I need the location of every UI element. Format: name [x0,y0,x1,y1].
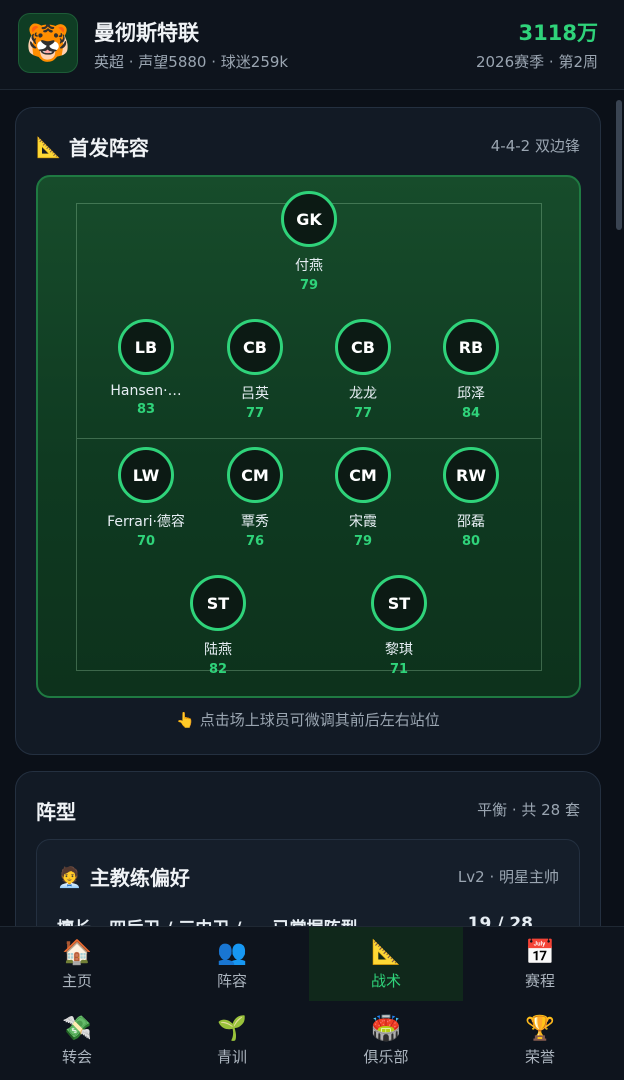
position-badge: CM [335,447,391,503]
formation-header: 阵型 平衡 · 共 28 套 [36,796,580,824]
club-balance: 3118万 [518,21,598,45]
player-name: 黎琪 [385,642,413,658]
nav-label: 荣誉 [524,1047,555,1066]
nav-squad[interactable]: 👥 阵容 [155,927,309,1001]
formation-label: 4-4-2 双边锋 [490,137,580,155]
lineup-title-text: 首发阵容 [68,136,149,160]
lineup-card: 📐 首发阵容 4-4-2 双边锋 GK 付燕 79 LB Hansen·… 83… [15,107,601,755]
player-name: 宋霞 [349,514,377,530]
lineup-header: 📐 首发阵容 4-4-2 双边锋 [36,132,580,161]
nav-label: 青训 [216,1047,247,1066]
coach-icon: 🧑‍💼 [57,864,82,889]
player-rw[interactable]: RW 邵磊 80 [416,447,526,549]
player-gk[interactable]: GK 付燕 79 [254,191,364,293]
player-name: 龙龙 [349,386,377,402]
nav-label: 主页 [61,971,92,990]
position-badge: RB [443,319,499,375]
player-rating: 76 [245,534,265,549]
nav-transfer[interactable]: 💸 转会 [0,1003,154,1077]
player-rating: 77 [245,406,265,421]
nav-home[interactable]: 🏠 主页 [0,927,154,1001]
player-rating: 80 [461,534,481,549]
pitch-hint-text: 👆 点击场上球员可微调其前后左右站位 [176,711,440,729]
player-rating: 83 [136,402,156,417]
player-name: 邵磊 [457,514,485,530]
player-rating: 82 [208,662,228,677]
position-badge: ST [190,575,246,631]
nav-tactics[interactable]: 📐 战术 [309,927,463,1001]
home-icon: 🏠 [62,937,92,966]
club-name: 曼彻斯特联 [94,21,199,45]
player-lw[interactable]: LW Ferrari·德容 70 [91,447,201,549]
trophy-icon: 🏆 [525,1013,555,1042]
coach-level: Lv2 · 明星主帅 [457,868,559,886]
nav-label: 俱乐部 [363,1047,409,1066]
player-rating: 71 [389,662,409,677]
top-header: 🐯 曼彻斯特联 英超 · 声望5880 · 球迷259k 3118万 2026赛… [0,0,624,90]
lineup-title: 📐 首发阵容 [36,132,149,161]
player-name: Ferrari·德容 [107,514,185,530]
player-rating: 79 [299,278,319,293]
ruler-icon: 📐 [36,134,61,159]
coach-title-text: 主教练偏好 [89,866,190,890]
formation-summary: 平衡 · 共 28 套 [477,801,580,819]
coach-title: 🧑‍💼 主教练偏好 [57,862,190,891]
player-name: 覃秀 [241,514,269,530]
nav-schedule[interactable]: 📅 赛程 [463,927,617,1001]
player-rating: 70 [136,534,156,549]
pitch: GK 付燕 79 LB Hansen·… 83 CB 吕英 77 CB 龙龙 7… [36,175,581,698]
player-rating: 77 [353,406,373,421]
nav-label: 转会 [61,1047,92,1066]
calendar-icon: 📅 [525,937,555,966]
player-name: 邱泽 [457,386,485,402]
nav-club[interactable]: 🏟️ 俱乐部 [309,1003,463,1077]
seedling-icon: 🌱 [217,1013,247,1042]
player-rating: 84 [461,406,481,421]
player-lb[interactable]: LB Hansen·… 83 [91,319,201,417]
position-badge: GK [281,191,337,247]
people-icon: 👥 [217,937,247,966]
player-name: 吕英 [241,386,269,402]
nav-youth[interactable]: 🌱 青训 [155,1003,309,1077]
position-badge: LB [118,319,174,375]
player-name: 付燕 [295,258,323,274]
nav-honors[interactable]: 🏆 荣誉 [463,1003,617,1077]
position-badge: CB [227,319,283,375]
page-scrollbar[interactable] [616,100,622,230]
position-badge: CB [335,319,391,375]
position-badge: RW [443,447,499,503]
nav-label: 赛程 [524,971,555,990]
player-st-right[interactable]: ST 黎琪 71 [344,575,454,677]
player-st-left[interactable]: ST 陆燕 82 [163,575,273,677]
club-meta: 英超 · 声望5880 · 球迷259k [94,53,289,71]
club-logo-tiger-icon[interactable]: 🐯 [18,13,78,73]
position-badge: ST [371,575,427,631]
ruler-icon: 📐 [371,937,401,966]
player-rating: 79 [353,534,373,549]
player-cm-left[interactable]: CM 覃秀 76 [200,447,310,549]
pitch-halfway-line [77,438,541,439]
position-badge: LW [118,447,174,503]
player-cm-right[interactable]: CM 宋霞 79 [308,447,418,549]
nav-label: 战术 [370,971,401,990]
formation-title: 阵型 [36,800,76,824]
player-name: 陆燕 [204,642,232,658]
money-wings-icon: 💸 [62,1013,92,1042]
player-cb-left[interactable]: CB 吕英 77 [200,319,310,421]
bottom-navigation: 🏠 主页 👥 阵容 📐 战术 📅 赛程 💸 转会 🌱 青训 🏟️ 俱乐部 🏆 荣… [0,926,624,1080]
nav-label: 阵容 [216,971,247,990]
player-name: Hansen·… [110,383,182,399]
position-badge: CM [227,447,283,503]
stadium-icon: 🏟️ [371,1013,401,1042]
player-cb-right[interactable]: CB 龙龙 77 [308,319,418,421]
season-week: 2026赛季 · 第2周 [475,53,598,71]
player-rb[interactable]: RB 邱泽 84 [416,319,526,421]
